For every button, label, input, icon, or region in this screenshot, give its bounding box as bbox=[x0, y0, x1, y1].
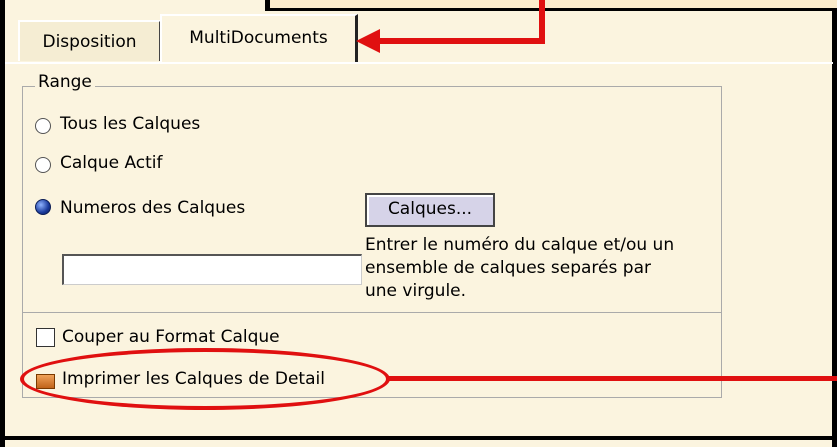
help-line: ensemble de calques separés par bbox=[365, 258, 651, 278]
radio-tous-les-calques[interactable] bbox=[35, 118, 51, 134]
range-group-label: Range bbox=[35, 72, 95, 92]
annotation-line bbox=[388, 376, 837, 381]
radio-calque-actif-label: Calque Actif bbox=[60, 153, 163, 173]
upper-panel-strip bbox=[265, 0, 837, 11]
tab-multidocuments-label: MultiDocuments bbox=[189, 28, 328, 48]
radio-numeros-des-calques-label: Numeros des Calques bbox=[60, 198, 246, 218]
radio-tous-les-calques-label: Tous les Calques bbox=[60, 114, 201, 134]
couper-format-label: Couper au Format Calque bbox=[62, 327, 280, 347]
calques-button[interactable]: Calques... bbox=[365, 193, 495, 227]
layer-number-help: Entrer le numéro du calque et/ou un ense… bbox=[365, 234, 745, 303]
annotation-arrow-horizontal bbox=[380, 38, 545, 44]
radio-calque-actif[interactable] bbox=[35, 157, 51, 173]
tab-multidocuments[interactable]: MultiDocuments bbox=[160, 14, 358, 64]
annotation-arrowhead bbox=[356, 29, 380, 53]
annotation-ellipse bbox=[20, 348, 390, 410]
help-line: Entrer le numéro du calque et/ou un bbox=[365, 235, 675, 255]
radio-numeros-des-calques[interactable] bbox=[35, 199, 51, 215]
help-line: une virgule. bbox=[365, 281, 467, 301]
tab-disposition[interactable]: Disposition bbox=[18, 20, 161, 61]
bottom-border bbox=[0, 436, 837, 440]
tab-panel-border bbox=[5, 62, 833, 64]
group-separator bbox=[23, 312, 721, 313]
tab-disposition-label: Disposition bbox=[42, 32, 137, 52]
layer-number-input[interactable] bbox=[62, 254, 362, 285]
couper-format-checkbox[interactable] bbox=[36, 328, 55, 347]
